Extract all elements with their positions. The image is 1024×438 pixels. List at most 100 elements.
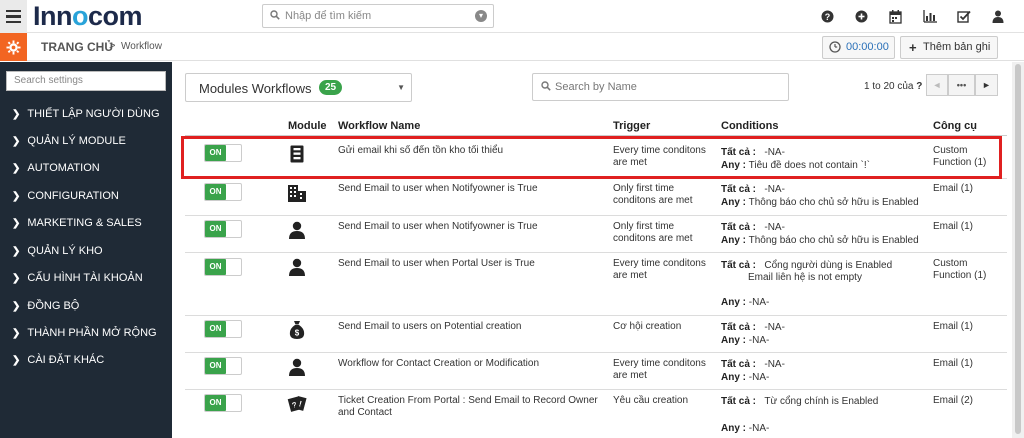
table-row[interactable]: ON Send Email to user when Portal User i… — [185, 253, 1007, 316]
table-row[interactable]: ON Workflow for Contact Creation or Modi… — [185, 353, 1007, 390]
condition-all: Tất cả : Từ cổng chính is Enabled — [721, 396, 879, 407]
status-toggle[interactable]: ON — [204, 357, 242, 375]
settings-gear-icon[interactable] — [0, 33, 27, 61]
breadcrumb-bar: TRANG CHỦ > Workflow 00:00:00 + Thêm bản… — [0, 33, 1024, 61]
caret-down-icon: ▼ — [397, 83, 405, 92]
page-scrollbar[interactable] — [1012, 62, 1024, 438]
checkbox-icon[interactable] — [955, 8, 972, 25]
workflow-tools[interactable]: Email (1) — [933, 221, 1003, 233]
brand-logo[interactable]: Innocom — [33, 2, 143, 30]
sidebar-item-configuration[interactable]: ❯ CONFIGURATION — [12, 190, 119, 202]
column-header-trigger[interactable]: Trigger — [613, 120, 650, 132]
toggle-on-label: ON — [205, 184, 226, 200]
plus-icon: + — [909, 40, 917, 55]
add-record-button[interactable]: + Thêm bản ghi — [900, 36, 998, 59]
workflow-name[interactable]: Send Email to users on Potential creatio… — [338, 321, 598, 333]
condition-any: Any : -NA- — [721, 297, 770, 308]
workflow-trigger: Every time conditons are met — [613, 258, 706, 281]
workflow-tools[interactable]: Email (1) — [933, 321, 1003, 333]
workflow-trigger: Every time conditons are met — [613, 358, 706, 381]
workflow-name[interactable]: Send Email to user when Portal User is T… — [338, 258, 598, 270]
search-icon — [541, 81, 551, 94]
sidebar-item-other-settings[interactable]: ❯ CÀI ĐẶT KHÁC — [12, 354, 104, 366]
table-row[interactable]: ON $ Send Email to users on Potential cr… — [185, 316, 1007, 353]
sidebar-item-module-management[interactable]: ❯ QUẢN LÝ MODULE — [12, 135, 126, 147]
name-search-placeholder: Search by Name — [555, 81, 637, 93]
condition-any: Any : -NA- — [721, 335, 770, 346]
chevron-down-icon[interactable]: ▾ — [475, 10, 487, 22]
workflow-tools[interactable]: Email (1) — [933, 183, 1003, 195]
next-page-button[interactable]: ► — [975, 74, 998, 96]
workflow-table-header: Module Workflow Name Trigger Conditions … — [185, 116, 1007, 136]
column-header-module[interactable]: Module — [288, 120, 327, 132]
user-icon[interactable] — [989, 8, 1006, 25]
workflow-tools[interactable]: Email (2) — [933, 395, 1003, 407]
workflow-name[interactable]: Send Email to user when Notifyowner is T… — [338, 221, 598, 233]
sidebar-item-account-config[interactable]: ❯ CẤU HÌNH TÀI KHOẢN — [12, 272, 143, 284]
column-header-name[interactable]: Workflow Name — [338, 120, 420, 132]
chevron-right-icon: ❯ — [12, 246, 21, 257]
workflow-name[interactable]: Workflow for Contact Creation or Modific… — [338, 358, 598, 370]
status-toggle[interactable]: ON — [204, 220, 242, 238]
workflow-name[interactable]: Ticket Creation From Portal : Send Email… — [338, 395, 608, 419]
svg-text:?: ? — [825, 12, 831, 22]
prev-page-button[interactable]: ◄ — [926, 74, 948, 96]
ticket-icon: ?! — [287, 392, 307, 414]
svg-text:$: $ — [295, 329, 300, 338]
paging-info: 1 to 20 của ? — [864, 81, 923, 92]
condition-all: Tất cả : -NA- — [721, 359, 785, 370]
table-row[interactable]: ON ?! Ticket Creation From Portal : Send… — [185, 390, 1007, 438]
module-select-label: Modules Workflows — [199, 81, 312, 96]
global-search-input[interactable]: Nhập để tìm kiếm ▾ — [262, 4, 494, 28]
add-record-label: Thêm bản ghi — [923, 41, 991, 53]
sidebar-item-user-setup[interactable]: ❯ THIẾT LẬP NGƯỜI DÙNG — [12, 108, 160, 120]
scrollbar-thumb[interactable] — [1015, 64, 1021, 434]
toggle-on-label: ON — [205, 358, 226, 374]
search-placeholder: Nhập để tìm kiếm — [285, 10, 372, 22]
sidebar-item-extensions[interactable]: ❯ THÀNH PHẦN MỞ RỘNG — [12, 327, 157, 339]
condition-all: Tất cả : -NA- — [721, 322, 785, 333]
settings-sidebar: Search settings ❯ THIẾT LẬP NGƯỜI DÙNG ❯ Q… — [0, 62, 172, 438]
add-circle-icon[interactable] — [853, 8, 870, 25]
chevron-right-icon: ❯ — [12, 163, 21, 174]
workflow-tools[interactable]: Email (1) — [933, 358, 1003, 370]
help-icon[interactable]: ? — [819, 8, 836, 25]
highlight-box — [181, 136, 1002, 179]
table-row[interactable]: ON Send Email to user when Notifyowner i… — [185, 179, 1007, 216]
chevron-right-icon: ❯ — [12, 301, 21, 312]
sidebar-item-sync[interactable]: ❯ ĐỒNG BỘ — [12, 300, 79, 312]
name-search-input[interactable]: Search by Name — [532, 73, 789, 101]
condition-any: Any : -NA- — [721, 423, 770, 434]
status-toggle[interactable]: ON — [204, 394, 242, 412]
person-icon — [287, 256, 307, 278]
module-select[interactable]: Modules Workflows 25 ▼ — [185, 73, 412, 102]
settings-search-input[interactable]: Search settings — [6, 71, 166, 91]
column-header-tools: Công cụ — [933, 120, 977, 132]
top-bar: Innocom Nhập để tìm kiếm ▾ ? — [0, 0, 1024, 33]
chevron-right-icon: ❯ — [12, 191, 21, 202]
chevron-right-icon: ❯ — [12, 218, 21, 229]
status-toggle[interactable]: ON — [204, 258, 242, 276]
column-header-conditions[interactable]: Conditions — [721, 120, 778, 132]
calendar-icon[interactable] — [887, 8, 904, 25]
breadcrumb-home[interactable]: TRANG CHỦ — [41, 40, 113, 54]
bar-chart-icon[interactable] — [921, 8, 938, 25]
money-bag-icon: $ — [287, 319, 307, 341]
more-pages-button[interactable]: ••• — [948, 74, 975, 96]
sidebar-item-marketing-sales[interactable]: ❯ MARKETING & SALES — [12, 217, 142, 229]
table-row[interactable]: ON Send Email to user when Notifyowner i… — [185, 216, 1007, 253]
clock-icon — [829, 41, 841, 56]
status-toggle[interactable]: ON — [204, 320, 242, 338]
sidebar-item-inventory[interactable]: ❯ QUẢN LÝ KHO — [12, 245, 103, 257]
workflow-name[interactable]: Send Email to user when Notifyowner is T… — [338, 183, 598, 195]
status-toggle[interactable]: ON — [204, 183, 242, 201]
workflow-tools[interactable]: Custom Function (1) — [933, 258, 1003, 282]
condition-all-second: Email liên hệ is not empty — [748, 272, 862, 283]
chevron-right-icon: ❯ — [12, 273, 21, 284]
condition-any: Any : Thông báo cho chủ sở hữu is Enable… — [721, 235, 919, 246]
menu-icon[interactable] — [0, 0, 27, 33]
condition-all: Tất cả : -NA- — [721, 222, 785, 233]
sidebar-item-automation[interactable]: ❯ AUTOMATION — [12, 162, 100, 174]
toggle-on-label: ON — [205, 259, 226, 275]
timer-button[interactable]: 00:00:00 — [822, 36, 895, 59]
